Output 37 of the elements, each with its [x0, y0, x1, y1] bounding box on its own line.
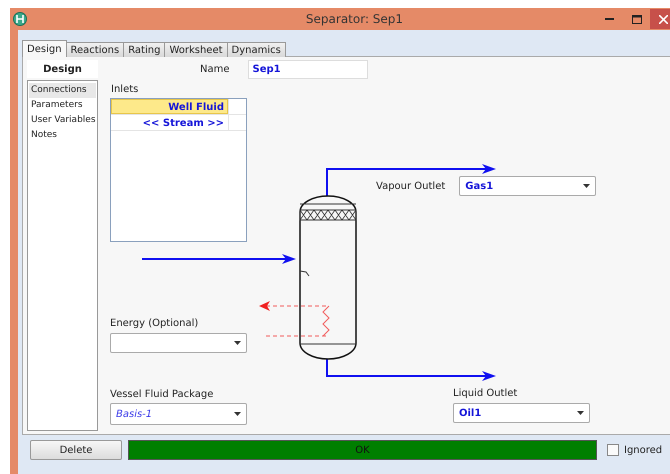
tab[interactable]: Reactions [66, 42, 124, 57]
tab[interactable]: Rating [123, 42, 166, 57]
status-bar: OK [128, 440, 597, 460]
vapour-outlet-label: Vapour Outlet [376, 180, 446, 192]
caret-icon [234, 341, 241, 345]
fluid-package-dropdown[interactable]: Basis-1 [110, 403, 247, 425]
liquid-outlet-dropdown[interactable]: Oil1 [453, 403, 590, 423]
tab[interactable]: Dynamics [226, 42, 286, 57]
name-field[interactable]: Sep1 [248, 60, 368, 79]
sidebar-item[interactable]: Parameters [29, 98, 96, 113]
sidebar-title: Design [27, 60, 98, 78]
vapour-outlet-dropdown[interactable]: Gas1 [459, 176, 596, 196]
tab[interactable]: Worksheet [164, 42, 228, 57]
delete-button[interactable]: Delete [30, 440, 122, 460]
close-icon [659, 14, 668, 24]
sidebar-item[interactable]: User Variables [29, 113, 96, 128]
sidebar-item[interactable]: Notes [29, 128, 96, 143]
ignored-checkbox[interactable] [607, 444, 619, 456]
name-label: Name [200, 64, 230, 75]
window-title: Separator: Sep1 [304, 12, 404, 26]
energy-stream-drawing [259, 301, 330, 336]
energy-dropdown[interactable] [110, 333, 247, 353]
sidebar-item[interactable]: Connections [29, 83, 96, 98]
energy-label: Energy (Optional) [110, 318, 198, 329]
vessel-fluid-package-label: Vessel Fluid Package [110, 389, 214, 400]
app-icon [13, 12, 27, 26]
caret-icon [577, 411, 584, 415]
caret-icon [234, 412, 241, 416]
liquid-outlet-label: Liquid Outlet [453, 388, 518, 399]
close-button[interactable] [650, 9, 670, 29]
tab[interactable]: Design [22, 40, 67, 57]
maximize-icon [632, 14, 642, 24]
inlets-label: Inlets [111, 84, 138, 95]
ignored-label: Ignored [624, 444, 662, 456]
inlet-stream-cell[interactable]: Well Fluid [111, 99, 228, 114]
minimize-icon [605, 18, 614, 20]
caret-icon [583, 184, 590, 188]
